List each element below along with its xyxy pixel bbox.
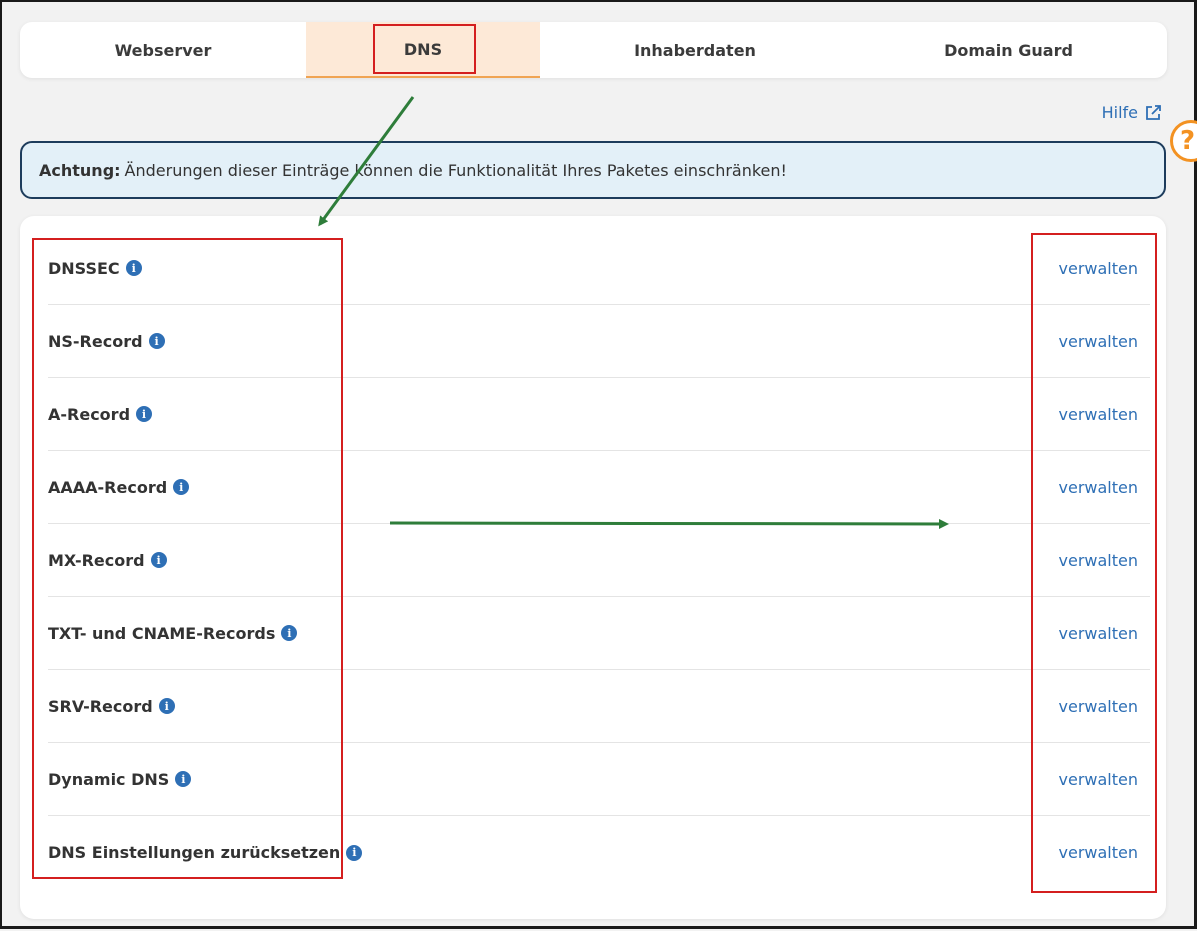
tab-dns[interactable]: DNS — [306, 22, 540, 78]
record-row-srv: SRV-Record i verwalten — [48, 670, 1150, 743]
info-icon[interactable]: i — [125, 260, 142, 276]
record-name: DNSSEC — [48, 258, 120, 278]
info-icon[interactable]: i — [150, 552, 167, 568]
info-icon[interactable]: i — [281, 625, 298, 641]
info-icon[interactable]: i — [148, 333, 165, 349]
info-icon[interactable]: i — [136, 406, 153, 422]
record-row-dynamic-dns: Dynamic DNS i verwalten — [48, 743, 1150, 816]
record-row-mx: MX-Record i verwalten — [48, 524, 1150, 597]
manage-link[interactable]: verwalten — [1059, 551, 1138, 570]
record-row-txt-cname: TXT- und CNAME-Records i verwalten — [48, 597, 1150, 670]
record-label: MX-Record i — [48, 551, 167, 570]
record-label: AAAA-Record i — [48, 477, 190, 497]
record-name: NS-Record — [48, 331, 143, 351]
info-icon[interactable]: i — [175, 771, 192, 787]
manage-link[interactable]: verwalten — [1059, 478, 1138, 497]
record-label: SRV-Record i — [48, 697, 175, 716]
record-label: NS-Record i — [48, 332, 165, 351]
manage-link[interactable]: verwalten — [1059, 624, 1138, 643]
manage-link[interactable]: verwalten — [1059, 259, 1138, 278]
info-icon[interactable]: i — [173, 479, 190, 495]
manage-link[interactable]: verwalten — [1059, 405, 1138, 424]
record-name: A-Record — [48, 404, 131, 424]
record-label: A-Record i — [48, 404, 153, 424]
record-row-ns: NS-Record i verwalten — [48, 305, 1150, 378]
tab-inhaberdaten[interactable]: Inhaberdaten — [540, 22, 850, 78]
record-name: AAAA-Record — [48, 477, 168, 497]
info-icon[interactable]: i — [346, 844, 363, 861]
record-name: DNS Einstellungen zurücksetzen — [48, 843, 341, 862]
help-circle-icon[interactable]: ? — [1170, 120, 1197, 162]
manage-link[interactable]: verwalten — [1059, 770, 1138, 789]
record-label: DNSSEC i — [48, 259, 142, 278]
info-icon[interactable]: i — [158, 698, 175, 714]
tab-bar: Webserver DNS Inhaberdaten Domain Guard — [20, 22, 1167, 78]
record-name: Dynamic DNS — [48, 769, 170, 789]
help-glyph: ? — [1180, 126, 1196, 156]
record-name: MX-Record — [48, 550, 145, 570]
record-row-aaaa: AAAA-Record i verwalten — [48, 451, 1150, 524]
record-name: SRV-Record — [48, 696, 153, 716]
alert-text: Änderungen dieser Einträge können die Fu… — [124, 160, 787, 180]
record-row-reset: DNS Einstellungen zurücksetzen i verwalte… — [48, 816, 1150, 889]
manage-link[interactable]: verwalten — [1059, 843, 1138, 862]
help-link[interactable]: Hilfe — [1102, 103, 1162, 122]
record-label: TXT- und CNAME-Records i — [48, 623, 298, 643]
tab-webserver[interactable]: Webserver — [20, 22, 306, 78]
record-name: TXT- und CNAME-Records — [48, 623, 276, 643]
alert-title: Achtung: — [39, 160, 121, 180]
dns-records-card: DNSSEC i verwalten NS-Record i verwalten A… — [20, 216, 1166, 919]
record-label: Dynamic DNS i — [48, 769, 192, 789]
manage-link[interactable]: verwalten — [1059, 697, 1138, 716]
record-label: DNS Einstellungen zurücksetzen i — [48, 843, 363, 862]
record-row-a: A-Record i verwalten — [48, 378, 1150, 451]
external-link-icon — [1146, 104, 1161, 120]
help-label: Hilfe — [1101, 103, 1138, 122]
records-list: DNSSEC i verwalten NS-Record i verwalten A… — [48, 232, 1150, 889]
warning-alert: Achtung: Änderungen dieser Einträge könn… — [20, 141, 1166, 199]
record-row-dnssec: DNSSEC i verwalten — [48, 232, 1150, 305]
manage-link[interactable]: verwalten — [1059, 332, 1138, 351]
tab-domain-guard[interactable]: Domain Guard — [850, 22, 1167, 78]
screenshot-frame: Webserver DNS Inhaberdaten Domain Guard … — [0, 0, 1197, 929]
